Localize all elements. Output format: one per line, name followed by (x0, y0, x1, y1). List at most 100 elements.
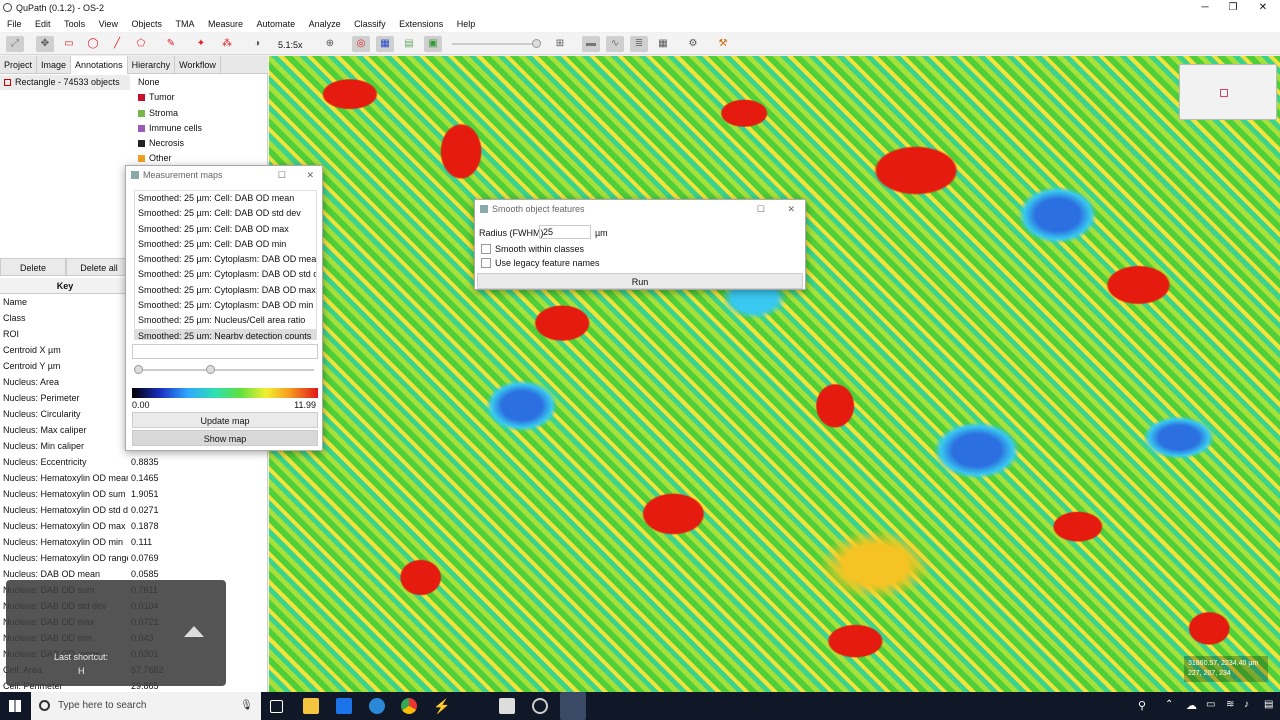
menu-objects[interactable]: Objects (124, 16, 166, 32)
class-item-necrosis[interactable]: Necrosis (132, 136, 266, 151)
line-tool-icon[interactable]: ╱ (108, 36, 126, 52)
list-item[interactable]: Smoothed: 25 µm: Cytoplasm: DAB OD max (135, 283, 316, 298)
list-item-selected[interactable]: Smoothed: 25 µm: Nearby detection counts (135, 328, 316, 339)
menu-tools[interactable]: Tools (57, 16, 89, 32)
chrome-icon[interactable] (401, 698, 417, 714)
taskbar-search-input[interactable]: Type here to search 🎙 (31, 692, 261, 720)
delete-button[interactable]: Delete (0, 258, 66, 276)
points-tool-icon[interactable]: ⁂ (218, 36, 236, 52)
maximize-button[interactable]: ❐ (1218, 0, 1248, 16)
annotation-list-item[interactable]: Rectangle - 74533 objects (0, 75, 130, 90)
list-item[interactable]: Smoothed: 25 µm: Cytoplasm: DAB OD mean (135, 252, 316, 267)
table-row[interactable]: Nucleus: Hematoxylin OD sum 1.9051 (0, 486, 260, 502)
menu-analyze[interactable]: Analyze (302, 16, 345, 32)
polygon-tool-icon[interactable]: ⬠ (132, 36, 150, 52)
class-item-none[interactable]: None (132, 75, 266, 90)
file-explorer-icon[interactable] (303, 698, 319, 714)
notifications-icon[interactable]: ▤ (1264, 699, 1273, 710)
log-icon[interactable]: ⚒ (714, 36, 732, 52)
class-item-tumor[interactable]: Tumor (132, 90, 266, 105)
table-icon[interactable]: ▦ (654, 36, 672, 52)
range-slider[interactable] (134, 365, 314, 374)
outlook-icon[interactable] (336, 698, 352, 714)
rectangle-tool-icon[interactable]: ▭ (60, 36, 78, 52)
menu-classify[interactable]: Classify (347, 16, 390, 32)
list-icon[interactable]: ≣ (630, 36, 648, 52)
volume-icon[interactable]: ♪ (1244, 699, 1249, 710)
chevron-up-icon[interactable]: ⌃ (1165, 699, 1173, 710)
brush-tool-icon[interactable]: ✎ (162, 36, 180, 52)
smooth-within-classes-checkbox[interactable]: Smooth within classes (481, 244, 584, 254)
max-slider-knob[interactable] (206, 365, 215, 374)
overview-thumbnail[interactable] (1179, 64, 1277, 120)
update-map-button[interactable]: Update map (132, 412, 318, 428)
wand-tool-icon[interactable]: ✦ (192, 36, 210, 52)
edge-icon[interactable] (369, 698, 385, 714)
wifi-icon[interactable]: ≋ (1226, 699, 1234, 710)
person-icon[interactable]: ⚲ (1138, 699, 1146, 712)
show-detections-icon[interactable]: ▤ (400, 36, 418, 52)
class-item-immune-cells[interactable]: Immune cells (132, 121, 266, 136)
settings-icon[interactable]: ⚙ (684, 36, 702, 52)
measurement-icon[interactable]: ∿ (606, 36, 624, 52)
overlay-option-icon[interactable]: ▬ (582, 36, 600, 52)
list-item[interactable]: Smoothed: 25 µm: Cell: DAB OD mean (135, 191, 316, 206)
onedrive-icon[interactable]: ☁ (1186, 699, 1197, 712)
table-header-key[interactable]: Key (0, 278, 130, 294)
close-icon[interactable]: ✕ (306, 166, 314, 184)
tab-image[interactable]: Image (37, 56, 72, 74)
zoom-to-fit-icon[interactable]: ⊕ (321, 36, 339, 52)
table-row[interactable]: Nucleus: Eccentricity 0.8835 (0, 454, 260, 470)
maximize-icon[interactable]: ☐ (278, 166, 286, 184)
maximize-icon[interactable]: ☐ (757, 200, 765, 218)
list-item[interactable]: Smoothed: 25 µm: Cytoplasm: DAB OD std d… (135, 267, 316, 282)
opacity-slider[interactable] (452, 39, 541, 48)
min-slider-knob[interactable] (134, 365, 143, 374)
tab-workflow[interactable]: Workflow (175, 56, 221, 74)
fill-detections-icon[interactable]: ▣ (424, 36, 442, 52)
list-item[interactable]: Smoothed: 25 µm: Cell: DAB OD max (135, 222, 316, 237)
show-annotations-icon[interactable]: ◎ (352, 36, 370, 52)
menu-tma[interactable]: TMA (169, 16, 199, 32)
move-tool-icon[interactable]: ✥ (36, 36, 54, 52)
task-view-icon[interactable] (270, 700, 283, 713)
menu-edit[interactable]: Edit (28, 16, 55, 32)
tab-hierarchy[interactable]: Hierarchy (128, 56, 176, 74)
delete-all-button[interactable]: Delete all (66, 258, 132, 276)
filter-input[interactable] (132, 344, 318, 359)
ellipse-tool-icon[interactable]: ◯ (84, 36, 102, 52)
close-button[interactable]: ✕ (1248, 0, 1278, 16)
table-row[interactable]: Nucleus: Hematoxylin OD max 0.1878 (0, 518, 260, 534)
legacy-feature-names-checkbox[interactable]: Use legacy feature names (481, 258, 600, 268)
image-viewer[interactable]: 31860.57, 2234.40 µm 227, 207, 234 (269, 56, 1280, 692)
minimize-button[interactable]: ─ (1190, 0, 1220, 16)
table-row[interactable]: Nucleus: Hematoxylin OD min 0.111 (0, 534, 260, 550)
list-item[interactable]: Smoothed: 25 µm: Cell: DAB OD min (135, 237, 316, 252)
menu-help[interactable]: Help (450, 16, 480, 32)
qupath-active-icon[interactable] (560, 692, 586, 720)
mail-icon[interactable] (499, 698, 515, 714)
grid-icon[interactable]: ⊞ (551, 36, 569, 52)
toggle-panel-icon[interactable]: ⤢ (6, 36, 24, 52)
list-item[interactable]: Smoothed: 25 µm: Cytoplasm: DAB OD min (135, 298, 316, 313)
radius-input[interactable]: 25 (539, 225, 591, 239)
menu-automate[interactable]: Automate (250, 16, 300, 32)
brightness-contrast-icon[interactable]: ◑ (248, 36, 266, 52)
class-item-stroma[interactable]: Stroma (132, 106, 266, 121)
table-row[interactable]: Nucleus: Hematoxylin OD std dev 0.0271 (0, 502, 260, 518)
opacity-slider-knob[interactable] (532, 39, 541, 48)
menu-view[interactable]: View (92, 16, 122, 32)
run-button[interactable]: Run (477, 273, 803, 289)
list-item[interactable]: Smoothed: 25 µm: Cell: DAB OD std dev (135, 206, 316, 221)
qupath-taskbar-icon[interactable] (532, 698, 548, 714)
microphone-icon[interactable]: 🎙 (240, 692, 253, 720)
menu-measure[interactable]: Measure (201, 16, 247, 32)
tab-project[interactable]: Project (0, 56, 38, 74)
app-icon[interactable]: ⚡ (433, 698, 450, 714)
menu-file[interactable]: File (0, 16, 26, 32)
table-row[interactable]: Nucleus: Hematoxylin OD range 0.0769 (0, 550, 260, 566)
windows-start-icon[interactable] (9, 700, 21, 712)
show-tma-grid-icon[interactable]: ▦ (376, 36, 394, 52)
list-item[interactable]: Smoothed: 25 µm: Nucleus/Cell area ratio (135, 313, 316, 328)
show-map-button[interactable]: Show map (132, 430, 318, 446)
